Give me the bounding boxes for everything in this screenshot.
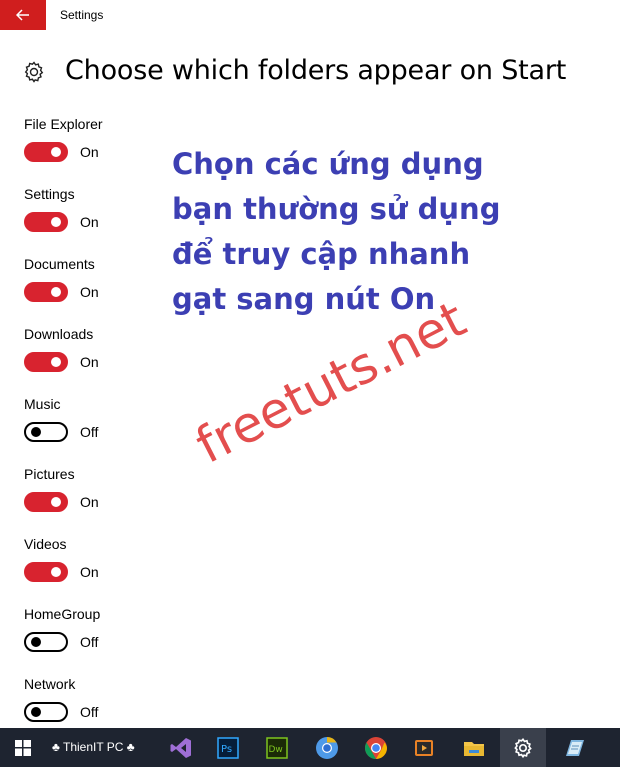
file-explorer-icon (464, 741, 484, 756)
page-title: Choose which folders appear on Start (65, 55, 567, 86)
setting-label: Videos (24, 536, 67, 552)
toggle-knob (31, 707, 41, 717)
annotation-line: Chọn các ứng dụng (172, 147, 484, 181)
svg-text:Ps: Ps (221, 744, 232, 755)
taskbar-chrome[interactable] (355, 728, 397, 767)
toggle-switch[interactable] (24, 142, 68, 162)
annotation-line: để truy cập nhanh (172, 237, 471, 271)
setting-label: HomeGroup (24, 606, 101, 622)
toggle-state-label: Off (80, 704, 99, 720)
notepad-icon (566, 739, 584, 756)
visual-studio-icon (170, 737, 191, 758)
toggle-switch[interactable] (24, 352, 68, 372)
taskbar-notepad[interactable] (552, 728, 596, 767)
windows-start-icon (15, 739, 31, 756)
toggle-switch[interactable] (24, 492, 68, 512)
start-button[interactable] (0, 728, 46, 767)
setting-label: File Explorer (24, 116, 103, 132)
toggle-knob (51, 147, 61, 157)
taskbar-visual-studio[interactable] (160, 728, 202, 767)
taskbar-photoshop[interactable]: Ps (207, 728, 249, 767)
taskbar-dreamweaver[interactable]: Dw (256, 728, 298, 767)
toggle-knob (31, 427, 41, 437)
toggle-state-label: On (80, 354, 99, 370)
setting-label: Network (24, 676, 76, 692)
setting-row: Pictures On (24, 466, 164, 526)
taskbar-chrome-canary[interactable] (306, 728, 348, 767)
toggle-knob (51, 357, 61, 367)
setting-row: Network Off (24, 676, 164, 736)
pc-label: ♣ ThienIT PC ♣ (52, 740, 135, 754)
toggle-state-label: On (80, 144, 99, 160)
toggle-switch[interactable] (24, 702, 68, 722)
taskbar-media-player[interactable] (403, 728, 445, 767)
taskbar-settings[interactable] (500, 728, 546, 767)
taskbar-file-explorer[interactable] (452, 728, 496, 767)
toggle-state-label: On (80, 284, 99, 300)
window-title: Settings (60, 8, 104, 22)
setting-label: Music (24, 396, 61, 412)
toggle-knob (51, 287, 61, 297)
toggle-knob (51, 567, 61, 577)
settings-icon (514, 737, 532, 758)
setting-label: Downloads (24, 326, 94, 342)
toggle-state-label: On (80, 214, 99, 230)
setting-row: Documents On (24, 256, 164, 316)
toggle-switch[interactable] (24, 632, 68, 652)
toggle-knob (51, 497, 61, 507)
back-arrow-icon (16, 9, 29, 21)
toggle-switch[interactable] (24, 212, 68, 232)
setting-row: HomeGroup Off (24, 606, 164, 666)
toggle-switch[interactable] (24, 282, 68, 302)
annotation-line: bạn thường sử dụng (172, 192, 501, 226)
toggle-state-label: On (80, 494, 99, 510)
title-bar: Settings (0, 0, 620, 30)
media-player-icon (415, 739, 433, 756)
setting-row: Settings On (24, 186, 164, 246)
setting-row: Downloads On (24, 326, 164, 386)
svg-text:Dw: Dw (269, 745, 283, 755)
taskbar: ♣ ThienIT PC ♣ Ps Dw (0, 728, 620, 767)
toggle-knob (31, 637, 41, 647)
gear-icon (24, 61, 44, 83)
toggle-switch[interactable] (24, 422, 68, 442)
setting-label: Pictures (24, 466, 75, 482)
toggle-state-label: On (80, 564, 99, 580)
chrome-canary-icon (316, 736, 338, 759)
toggle-state-label: Off (80, 634, 99, 650)
setting-row: File Explorer On (24, 116, 164, 176)
toggle-state-label: Off (80, 424, 99, 440)
photoshop-icon: Ps (217, 736, 239, 759)
setting-row: Videos On (24, 536, 164, 596)
back-button[interactable] (0, 0, 46, 30)
toggle-switch[interactable] (24, 562, 68, 582)
dreamweaver-icon: Dw (266, 736, 288, 759)
setting-label: Documents (24, 256, 95, 272)
setting-row: Music Off (24, 396, 164, 456)
setting-label: Settings (24, 186, 75, 202)
toggle-knob (51, 217, 61, 227)
chrome-icon (365, 736, 387, 759)
